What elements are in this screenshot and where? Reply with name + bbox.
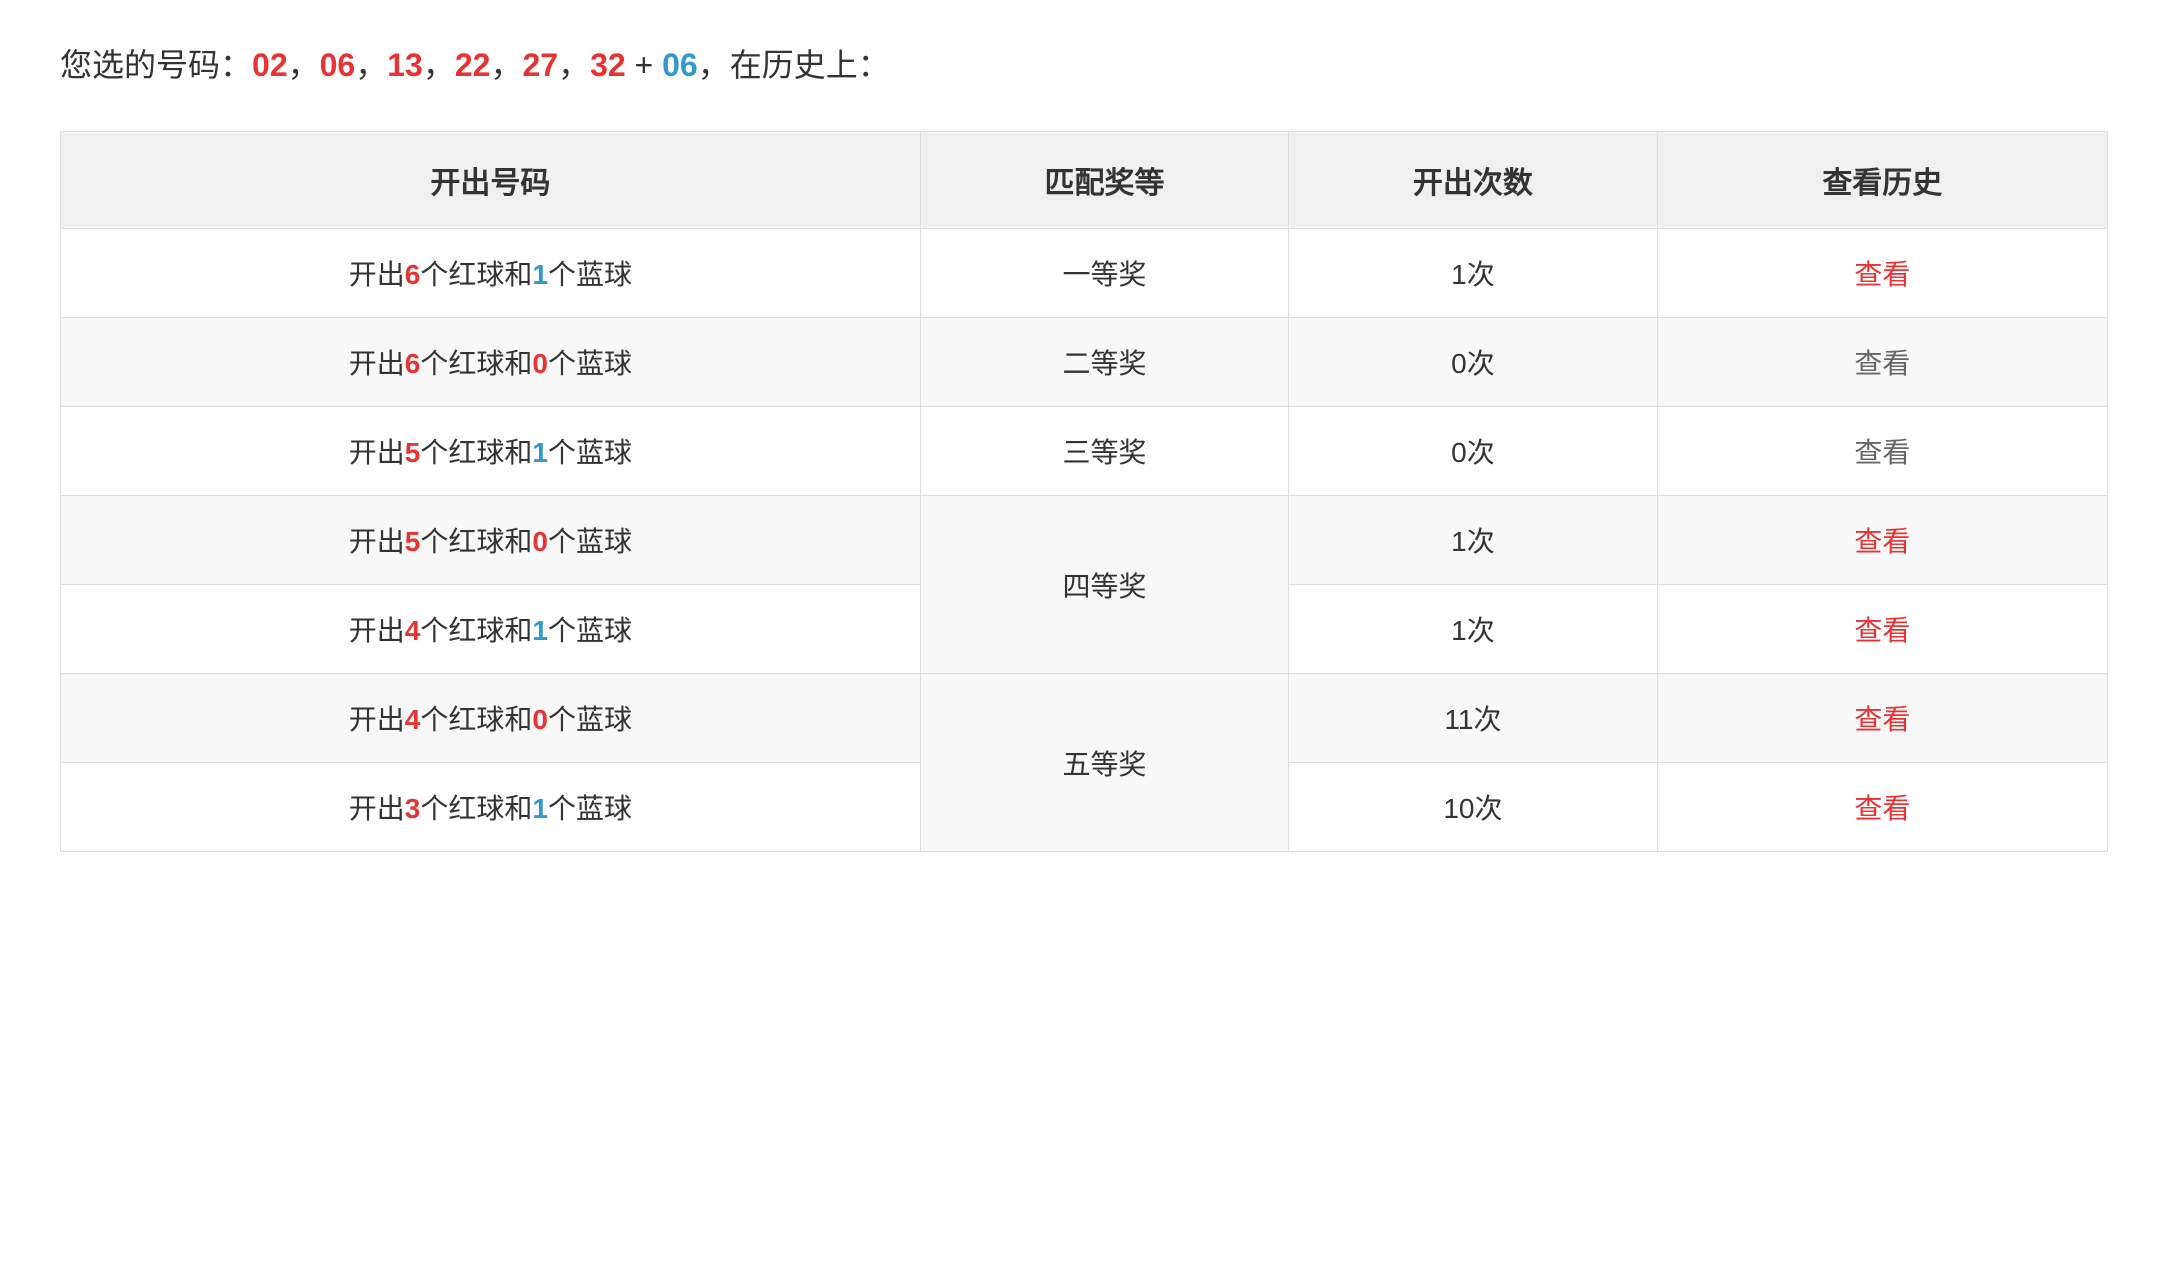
blue-text: 个蓝球 [548,526,632,557]
code-cell: 开出6个红球和0个蓝球 [61,318,921,407]
code-prefix: 开出 [349,348,405,379]
red-text: 个红球和 [420,348,532,379]
table-row: 开出5个红球和1个蓝球三等奖0次查看 [61,407,2108,496]
code-prefix: 开出 [349,704,405,735]
red-num-3: 13 [387,47,423,83]
blue-count: 1 [532,615,548,646]
prize-cell: 四等奖 [920,496,1288,674]
view-cell[interactable]: 查看 [1657,229,2107,318]
code-cell: 开出5个红球和1个蓝球 [61,407,921,496]
table-row: 开出6个红球和0个蓝球二等奖0次查看 [61,318,2108,407]
red-count: 4 [405,704,421,735]
view-cell[interactable]: 查看 [1657,674,2107,763]
red-text: 个红球和 [420,259,532,290]
blue-count: 0 [532,348,548,379]
red-num-2: 06 [320,47,356,83]
blue-text: 个蓝球 [548,704,632,735]
blue-text: 个蓝球 [548,615,632,646]
count-cell: 0次 [1289,318,1657,407]
red-count: 6 [405,348,421,379]
code-prefix: 开出 [349,259,405,290]
count-cell: 0次 [1289,407,1657,496]
red-num-1: 02 [252,47,288,83]
red-text: 个红球和 [420,437,532,468]
view-cell[interactable]: 查看 [1657,318,2107,407]
prize-cell: 二等奖 [920,318,1288,407]
prize-cell: 三等奖 [920,407,1288,496]
red-text: 个红球和 [420,793,532,824]
view-link[interactable]: 查看 [1854,437,1910,468]
red-count: 3 [405,793,421,824]
red-num-6: 32 [590,47,626,83]
blue-count: 1 [532,259,548,290]
blue-text: 个蓝球 [548,348,632,379]
red-num-4: 22 [455,47,491,83]
count-cell: 1次 [1289,496,1657,585]
code-cell: 开出3个红球和1个蓝球 [61,763,921,852]
table-row: 开出5个红球和0个蓝球四等奖1次查看 [61,496,2108,585]
table-header-row: 开出号码 匹配奖等 开出次数 查看历史 [61,132,2108,229]
blue-count: 0 [532,704,548,735]
code-cell: 开出4个红球和0个蓝球 [61,674,921,763]
th-history: 查看历史 [1657,132,2107,229]
header-line: 您选的号码：02，06，13，22，27，32 + 06，在历史上： [60,40,2108,91]
blue-text: 个蓝球 [548,793,632,824]
code-cell: 开出6个红球和1个蓝球 [61,229,921,318]
count-cell: 1次 [1289,229,1657,318]
th-count: 开出次数 [1289,132,1657,229]
th-code: 开出号码 [61,132,921,229]
red-count: 6 [405,259,421,290]
view-link[interactable]: 查看 [1854,348,1910,379]
view-link[interactable]: 查看 [1854,259,1910,290]
blue-text: 个蓝球 [548,259,632,290]
count-cell: 1次 [1289,585,1657,674]
red-text: 个红球和 [420,615,532,646]
blue-count: 1 [532,793,548,824]
blue-count: 0 [532,526,548,557]
code-cell: 开出5个红球和0个蓝球 [61,496,921,585]
header-separator: + [626,47,662,83]
view-cell[interactable]: 查看 [1657,407,2107,496]
prize-cell: 五等奖 [920,674,1288,852]
th-prize: 匹配奖等 [920,132,1288,229]
header-suffix: ，在历史上： [698,47,890,83]
blue-count: 1 [532,437,548,468]
red-count: 5 [405,526,421,557]
view-link[interactable]: 查看 [1854,526,1910,557]
view-cell[interactable]: 查看 [1657,496,2107,585]
table-row: 开出6个红球和1个蓝球一等奖1次查看 [61,229,2108,318]
history-table: 开出号码 匹配奖等 开出次数 查看历史 开出6个红球和1个蓝球一等奖1次查看开出… [60,131,2108,852]
blue-num-1: 06 [662,47,698,83]
code-prefix: 开出 [349,793,405,824]
code-prefix: 开出 [349,615,405,646]
table-row: 开出4个红球和0个蓝球五等奖11次查看 [61,674,2108,763]
code-cell: 开出4个红球和1个蓝球 [61,585,921,674]
red-count: 5 [405,437,421,468]
view-cell[interactable]: 查看 [1657,763,2107,852]
count-cell: 10次 [1289,763,1657,852]
view-link[interactable]: 查看 [1854,615,1910,646]
red-count: 4 [405,615,421,646]
view-link[interactable]: 查看 [1854,793,1910,824]
header-prefix: 您选的号码： [60,47,252,83]
count-cell: 11次 [1289,674,1657,763]
blue-text: 个蓝球 [548,437,632,468]
code-prefix: 开出 [349,437,405,468]
prize-cell: 一等奖 [920,229,1288,318]
red-text: 个红球和 [420,526,532,557]
view-link[interactable]: 查看 [1854,704,1910,735]
view-cell[interactable]: 查看 [1657,585,2107,674]
red-num-5: 27 [522,47,558,83]
red-text: 个红球和 [420,704,532,735]
code-prefix: 开出 [349,526,405,557]
